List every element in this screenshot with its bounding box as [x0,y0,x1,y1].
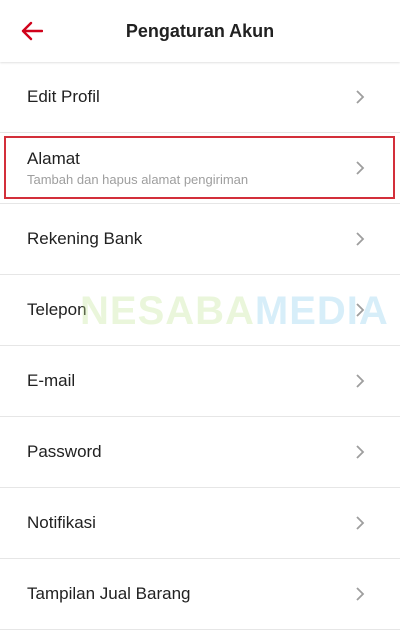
chevron-right-icon [356,161,365,175]
settings-item-telepon[interactable]: Telepon [0,275,400,346]
back-button[interactable] [18,17,46,45]
settings-item-label: Edit Profil [27,87,100,106]
settings-item-notifikasi[interactable]: Notifikasi [0,488,400,559]
settings-item-label: Password [27,442,102,461]
chevron-right-icon [356,303,365,317]
chevron-right-icon [356,90,365,104]
settings-item-label: Notifikasi [27,513,96,532]
settings-item-label: E-mail [27,371,76,390]
chevron-right-icon [356,587,365,601]
settings-list: Edit Profil Alamat Tambah dan hapus alam… [0,62,400,630]
settings-item-tampilan-jual-barang[interactable]: Tampilan Jual Barang [0,559,400,630]
app-bar: Pengaturan Akun [0,0,400,62]
chevron-right-icon [356,374,365,388]
settings-item-label: Tampilan Jual Barang [27,584,191,603]
settings-item-alamat[interactable]: Alamat Tambah dan hapus alamat pengirima… [0,133,400,204]
settings-item-sublabel: Tambah dan hapus alamat pengiriman [27,172,249,187]
settings-item-edit-profil[interactable]: Edit Profil [0,62,400,133]
settings-item-rekening-bank[interactable]: Rekening Bank [0,204,400,275]
chevron-right-icon [356,232,365,246]
chevron-right-icon [356,516,365,530]
page-title: Pengaturan Akun [125,20,275,41]
chevron-right-icon [356,445,365,459]
settings-item-label: Alamat [27,149,80,168]
settings-item-email[interactable]: E-mail [0,346,400,417]
settings-item-password[interactable]: Password [0,417,400,488]
settings-item-label: Rekening Bank [27,229,143,248]
settings-item-label: Telepon [27,300,87,319]
arrow-left-icon [21,21,43,41]
